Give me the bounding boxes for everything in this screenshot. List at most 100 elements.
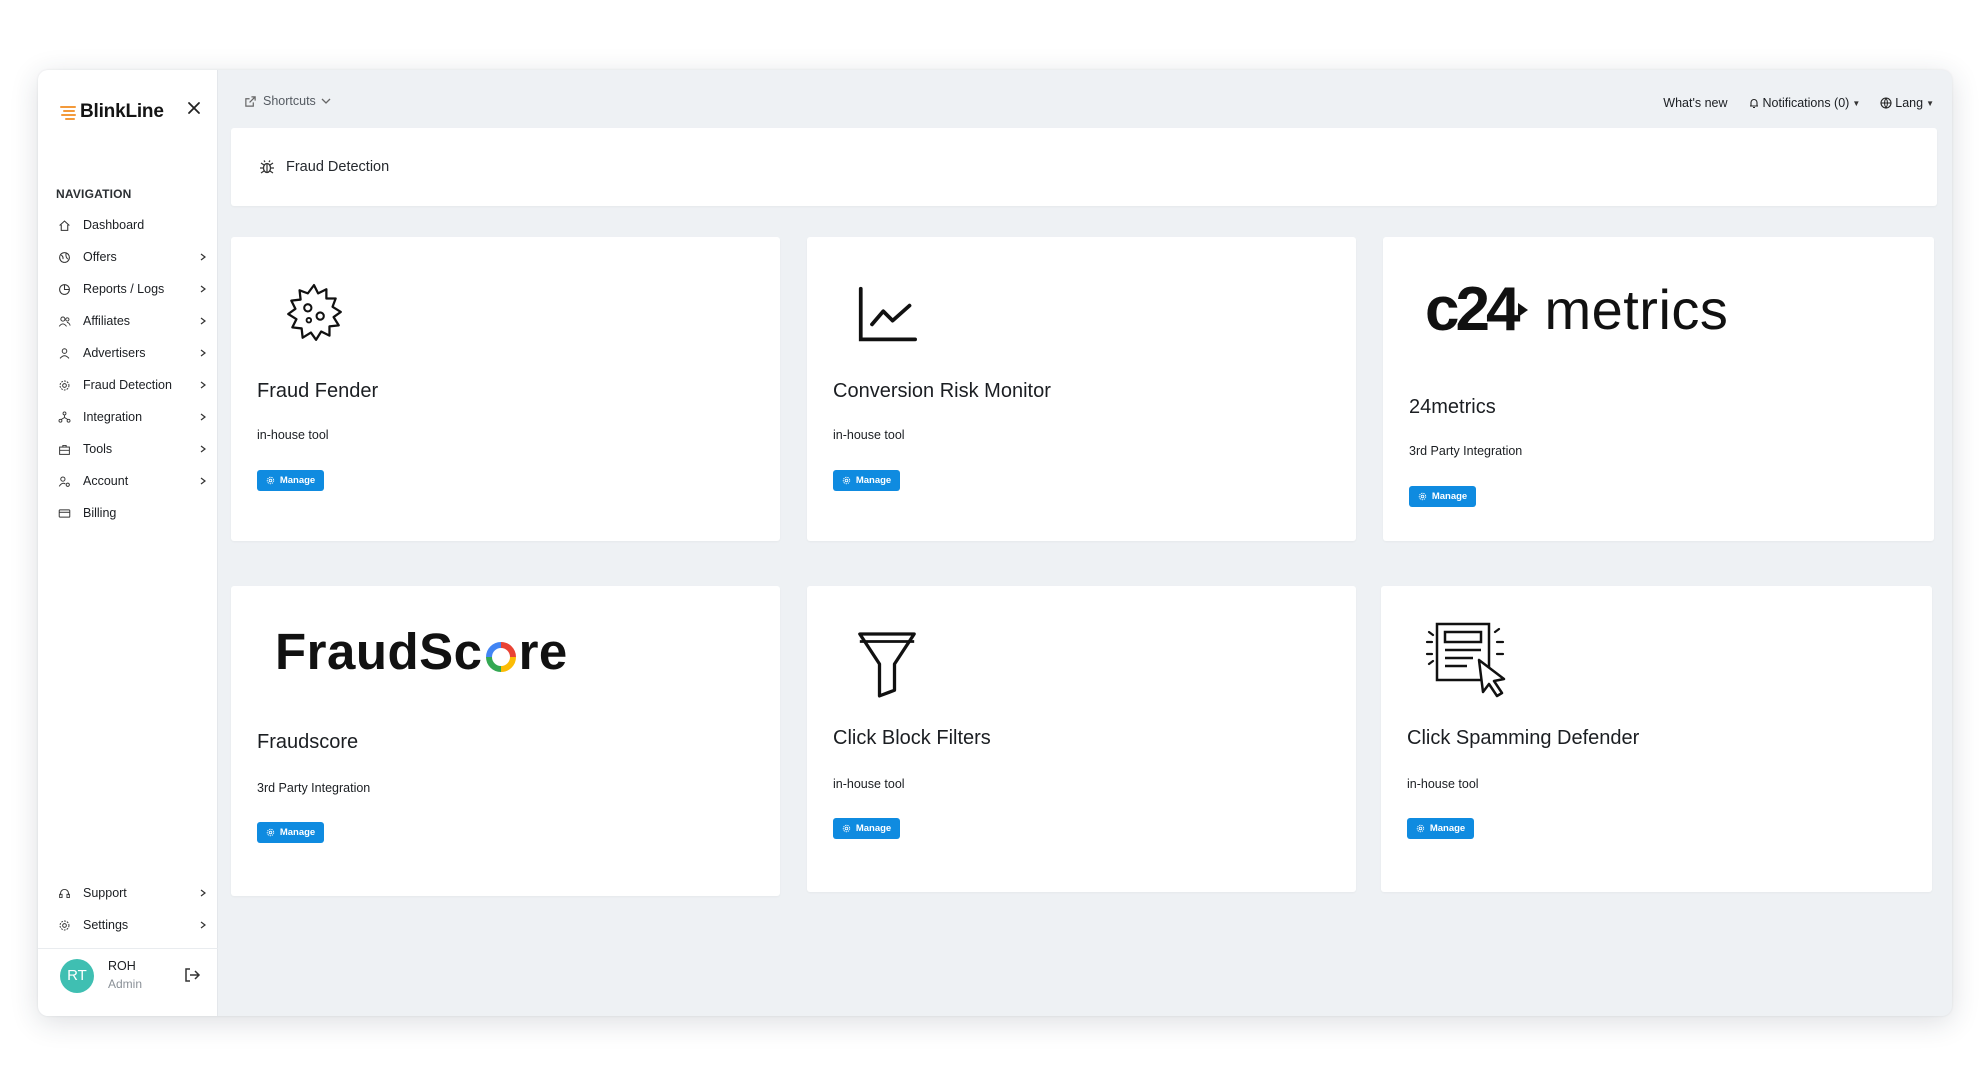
whats-new-label: What's new [1663, 96, 1728, 110]
gear-icon [1416, 824, 1425, 833]
manage-label: Manage [279, 827, 316, 838]
tool-title: Fraud Fender [257, 380, 379, 402]
sidebar-item-offers[interactable]: Offers [52, 241, 208, 273]
manage-label: Manage [1429, 823, 1466, 834]
sidebar-item-label: Billing [83, 506, 117, 520]
tool-card-conversion-risk-monitor: Conversion Risk Monitor in-house tool Ma… [807, 237, 1356, 541]
sidebar-item-account[interactable]: Account [52, 465, 208, 497]
sidebar-item-label: Affiliates [83, 314, 131, 328]
sidebar-item-label: Reports / Logs [83, 282, 165, 296]
sidebar-item-label: Settings [83, 918, 129, 932]
chevron-right-icon [198, 284, 208, 294]
sidebar-item-label: Fraud Detection [83, 378, 172, 392]
chevron-right-icon [198, 380, 208, 390]
chevron-right-icon [198, 476, 208, 486]
filter-icon [858, 632, 916, 698]
logout-button[interactable] [182, 965, 202, 985]
sidebar-item-billing[interactable]: Billing [52, 497, 208, 529]
headset-icon [56, 885, 72, 901]
gear-icon [56, 377, 72, 393]
chevron-right-icon [198, 412, 208, 422]
chevron-right-icon [198, 252, 208, 262]
sidebar-item-fraud-detection[interactable]: Fraud Detection [52, 369, 208, 401]
users-icon [56, 313, 72, 329]
click-cursor-icon [1425, 622, 1506, 698]
sidebar-item-label: Account [83, 474, 129, 488]
manage-button[interactable]: Manage [833, 818, 900, 839]
brand-name: BlinkLine [80, 101, 164, 122]
tool-card-click-spamming-defender: Click Spamming Defender in-house tool Ma… [1381, 586, 1932, 892]
nav-heading: NAVIGATION [56, 187, 132, 201]
sidebar-item-label: Dashboard [83, 218, 145, 232]
manage-button[interactable]: Manage [1407, 818, 1474, 839]
manage-label: Manage [855, 475, 892, 486]
virus-icon [287, 283, 342, 341]
toolbox-icon [56, 441, 72, 457]
close-icon [188, 102, 200, 114]
brand-logo[interactable]: BlinkLine [60, 100, 164, 124]
avatar[interactable]: RT [60, 959, 94, 993]
24metrics-logo: c24 metrics [1425, 275, 1729, 344]
language-label: Lang [1895, 96, 1924, 110]
bell-icon [1749, 99, 1758, 109]
sidebar-item-label: Integration [83, 410, 143, 424]
tool-title: Conversion Risk Monitor [833, 380, 1051, 402]
notifications-label: Notifications (0) [1762, 96, 1850, 110]
tool-title: Fraudscore [257, 731, 359, 753]
topbar-actions: What's new Notifications (0) ▼ Lang ▼ [1643, 96, 1934, 110]
caret-down-icon: ▼ [1926, 98, 1934, 108]
whats-new-link[interactable]: What's new [1663, 96, 1727, 110]
page-title: Fraud Detection [286, 159, 390, 175]
home-icon [56, 217, 72, 233]
gear-icon [266, 828, 275, 837]
external-link-icon [245, 95, 256, 107]
network-icon [56, 409, 72, 425]
tool-title: Click Block Filters [833, 727, 991, 749]
gear-icon [842, 824, 851, 833]
sidebar: BlinkLine NAVIGATION Dashboard Offers Re… [38, 70, 218, 1016]
user-name: ROH [108, 959, 136, 973]
tool-card-fraud-fender: Fraud Fender in-house tool Manage [231, 237, 780, 541]
sidebar-item-tools[interactable]: Tools [52, 433, 208, 465]
chevron-right-icon [198, 348, 208, 358]
manage-button[interactable]: Manage [1409, 486, 1476, 507]
user-icon [56, 345, 72, 361]
gear-icon [266, 476, 275, 485]
manage-label: Manage [855, 823, 892, 834]
bug-icon [260, 160, 274, 174]
sidebar-item-label: Support [83, 886, 127, 900]
line-chart-icon [858, 286, 917, 342]
sidebar-item-reports-logs[interactable]: Reports / Logs [52, 273, 208, 305]
tool-description: in-house tool [833, 777, 905, 791]
tool-title: 24metrics [1409, 396, 1496, 418]
notifications-menu[interactable]: Notifications (0) ▼ [1748, 96, 1860, 110]
sidebar-item-settings[interactable]: Settings [52, 909, 208, 941]
manage-button[interactable]: Manage [833, 470, 900, 491]
globe-icon [1880, 97, 1892, 109]
manage-label: Manage [1431, 491, 1468, 502]
card-icon [56, 505, 72, 521]
app-window: BlinkLine NAVIGATION Dashboard Offers Re… [38, 70, 1952, 1016]
sidebar-bottom-nav: Support Settings [52, 877, 208, 941]
language-menu[interactable]: Lang ▼ [1880, 96, 1934, 110]
close-sidebar-button[interactable] [182, 96, 206, 120]
blinkline-logo-icon [60, 105, 78, 120]
sidebar-item-integration[interactable]: Integration [52, 401, 208, 433]
manage-button[interactable]: Manage [257, 470, 324, 491]
manage-button[interactable]: Manage [257, 822, 324, 843]
sidebar-item-affiliates[interactable]: Affiliates [52, 305, 208, 337]
sidebar-nav: Dashboard Offers Reports / Logs Affiliat… [52, 209, 208, 529]
logout-icon [185, 968, 201, 982]
shortcuts-menu[interactable]: Shortcuts [244, 94, 331, 108]
tool-description: in-house tool [833, 428, 905, 442]
tool-description: 3rd Party Integration [257, 781, 371, 795]
sidebar-item-dashboard[interactable]: Dashboard [52, 209, 208, 241]
page-header: Fraud Detection [231, 128, 1937, 206]
sidebar-item-advertisers[interactable]: Advertisers [52, 337, 208, 369]
chevron-right-icon [198, 920, 208, 930]
globe-icon [56, 249, 72, 265]
tool-description: in-house tool [257, 428, 329, 442]
tool-card-click-block-filters: Click Block Filters in-house tool Manage [807, 586, 1356, 892]
sidebar-item-support[interactable]: Support [52, 877, 208, 909]
sidebar-item-label: Advertisers [83, 346, 146, 360]
